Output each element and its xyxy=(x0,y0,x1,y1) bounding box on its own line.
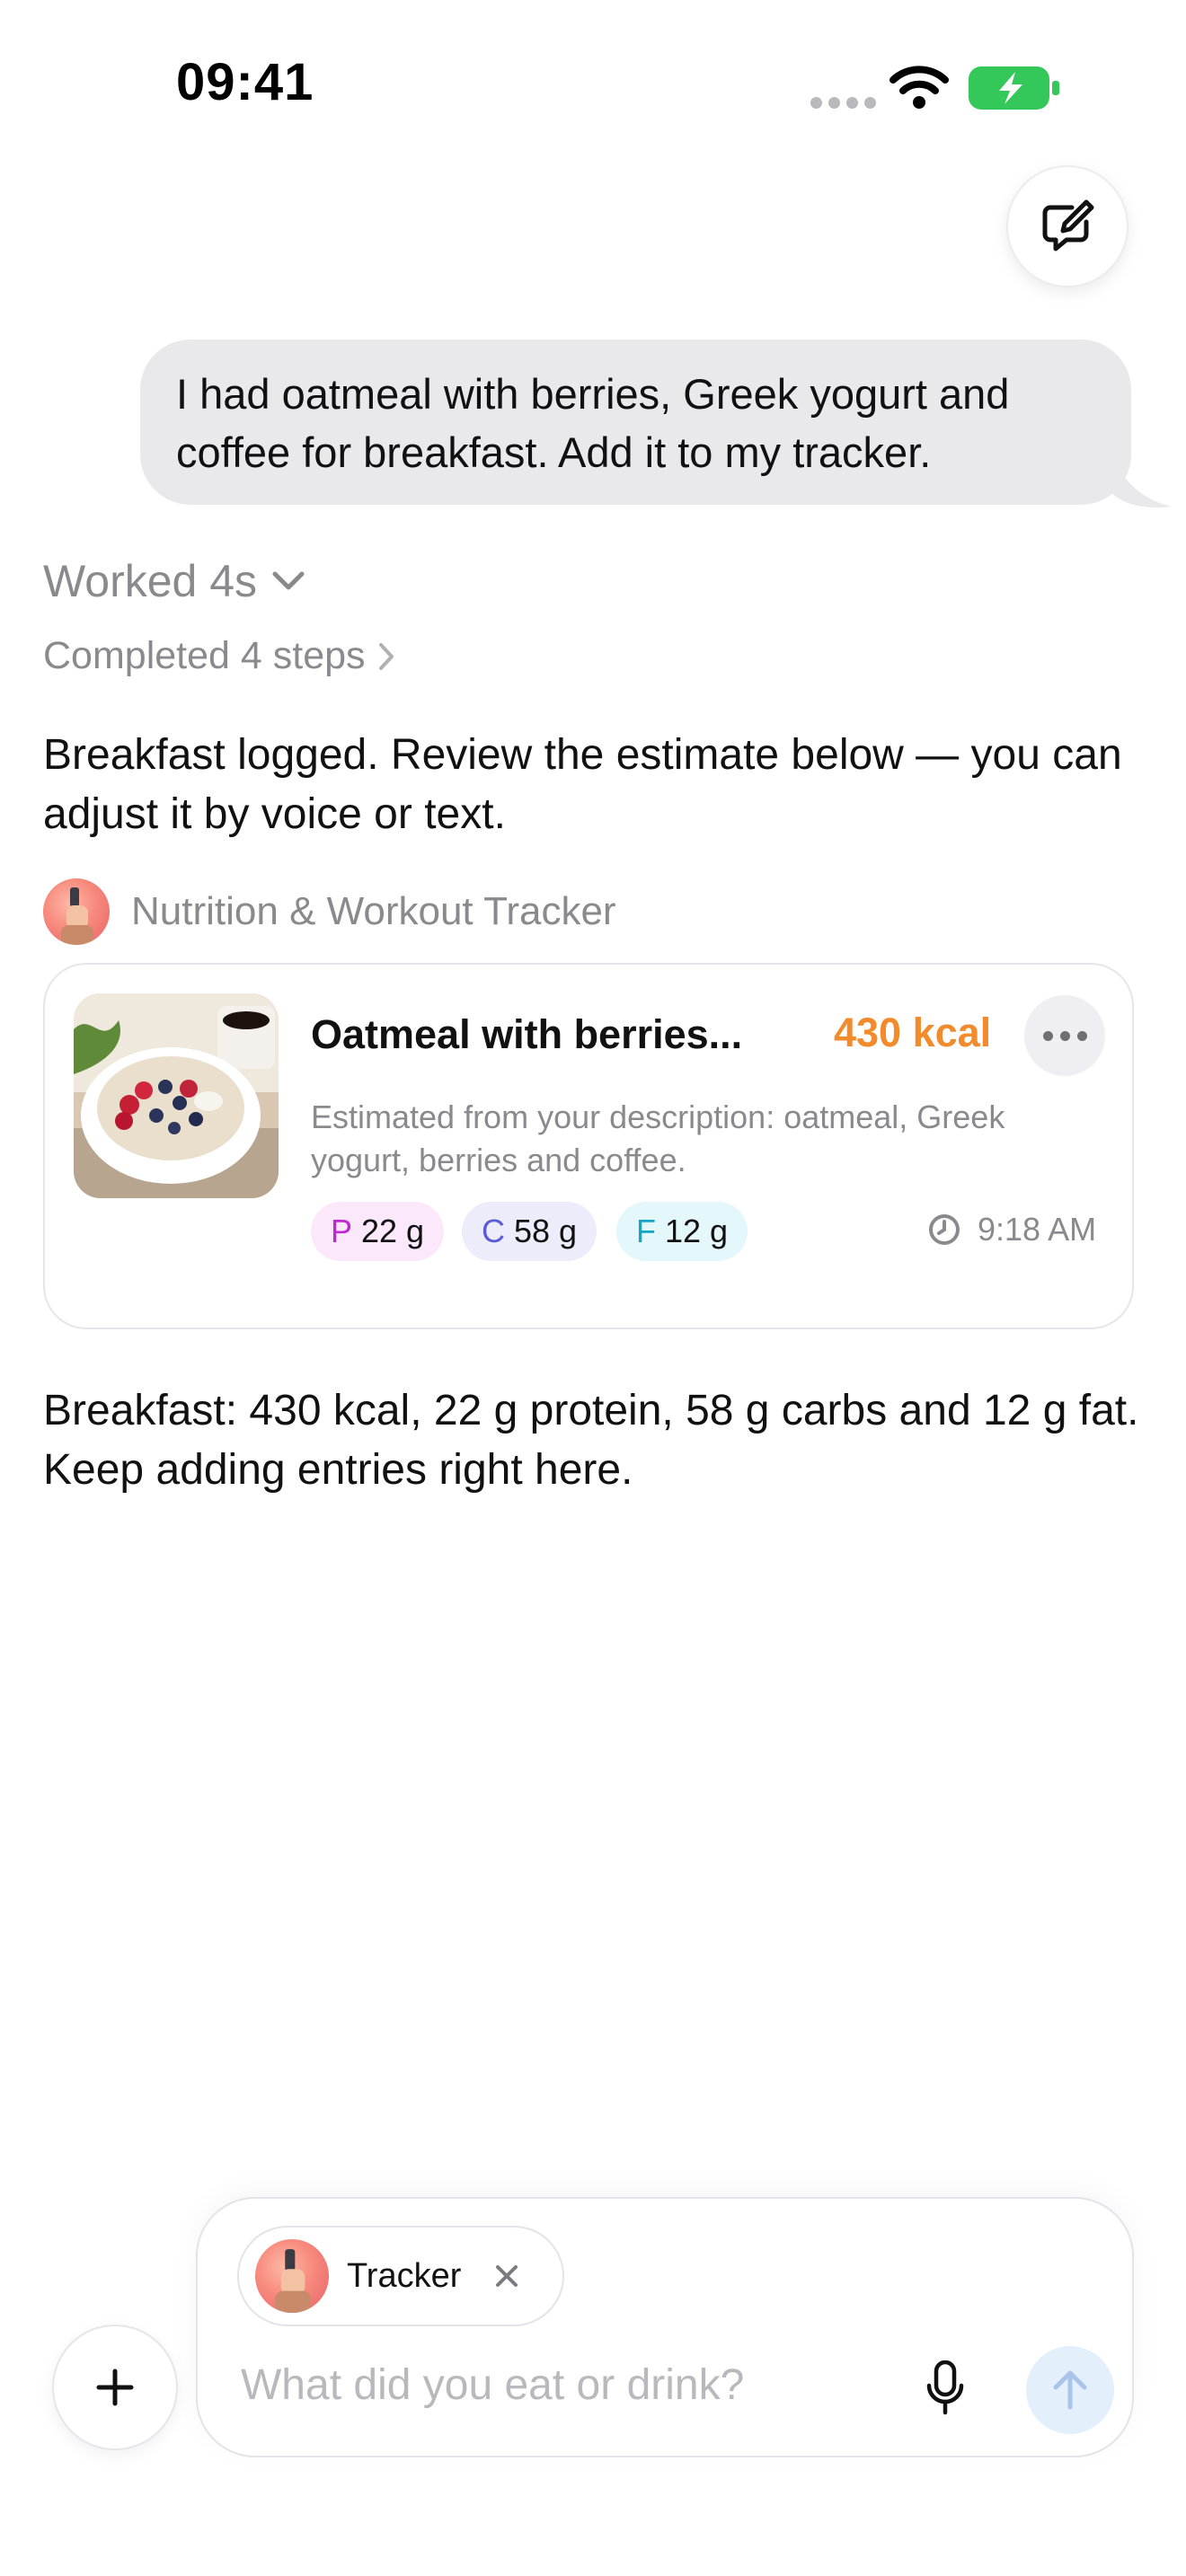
macro-chip-fat: F 12 g xyxy=(616,1202,748,1261)
app-name: Nutrition & Workout Tracker xyxy=(131,889,616,933)
compose-icon xyxy=(1042,199,1094,251)
entry-time: 9:18 AM xyxy=(927,1211,1096,1248)
message-input[interactable]: What did you eat or drink? xyxy=(241,2360,744,2410)
worked-label: Worked 4s xyxy=(43,556,258,606)
tracker-avatar xyxy=(255,2239,329,2313)
entry-time-text: 9:18 AM xyxy=(978,1211,1097,1248)
user-message-bubble: I had oatmeal with berries, Greek yogurt… xyxy=(140,340,1131,505)
microphone-icon[interactable] xyxy=(925,2360,965,2416)
battery-charging-icon xyxy=(969,66,1059,110)
bubble-tail xyxy=(1111,449,1172,508)
more-options-button[interactable] xyxy=(1024,995,1105,1076)
tracker-chip-label: Tracker xyxy=(347,2256,462,2295)
wifi-icon xyxy=(890,66,949,109)
food-photo xyxy=(74,993,279,1198)
tracker-tool-chip[interactable]: Tracker xyxy=(237,2226,564,2326)
macro-chip-protein: P 22 g xyxy=(311,1202,445,1261)
fitness-app-icon xyxy=(275,2249,312,2313)
assistant-intro-text: Breakfast logged. Review the estimate be… xyxy=(43,731,1122,838)
macro-key: C xyxy=(482,1213,505,1249)
add-attachment-button[interactable] xyxy=(52,2325,178,2450)
completed-label: Completed 4 steps xyxy=(43,634,366,677)
food-title: Oatmeal with berries... xyxy=(311,1011,743,1057)
completed-steps-link[interactable]: Completed 4 steps xyxy=(43,634,394,678)
macro-value: 22 g xyxy=(361,1213,425,1249)
macro-chip-carbs: C 58 g xyxy=(462,1202,597,1261)
close-icon[interactable] xyxy=(493,2263,520,2289)
macro-value: 58 g xyxy=(514,1213,578,1249)
macro-key: P xyxy=(331,1213,353,1249)
chevron-down-icon xyxy=(272,571,305,590)
macro-value: 12 g xyxy=(665,1213,729,1249)
worked-duration-toggle[interactable]: Worked 4s xyxy=(43,555,305,607)
fitness-app-icon xyxy=(61,887,93,945)
plus-icon xyxy=(96,2369,134,2406)
food-description: Estimated from your description: oatmeal… xyxy=(311,1098,1005,1178)
assistant-summary-text: Breakfast: 430 kcal, 22 g protein, 58 g … xyxy=(43,1387,1139,1494)
clock-icon xyxy=(929,1214,960,1245)
new-chat-button[interactable] xyxy=(1006,165,1128,287)
app-avatar xyxy=(43,878,110,945)
status-time: 09:41 xyxy=(176,53,314,111)
app-attribution[interactable]: Nutrition & Workout Tracker xyxy=(43,878,616,945)
chevron-right-icon xyxy=(378,642,394,670)
macro-key: F xyxy=(636,1213,656,1249)
cellular-signal-icon xyxy=(810,97,876,109)
calorie-value: 430 kcal xyxy=(834,1010,992,1055)
arrow-up-icon xyxy=(1053,2370,1087,2410)
send-button[interactable] xyxy=(1026,2346,1114,2434)
